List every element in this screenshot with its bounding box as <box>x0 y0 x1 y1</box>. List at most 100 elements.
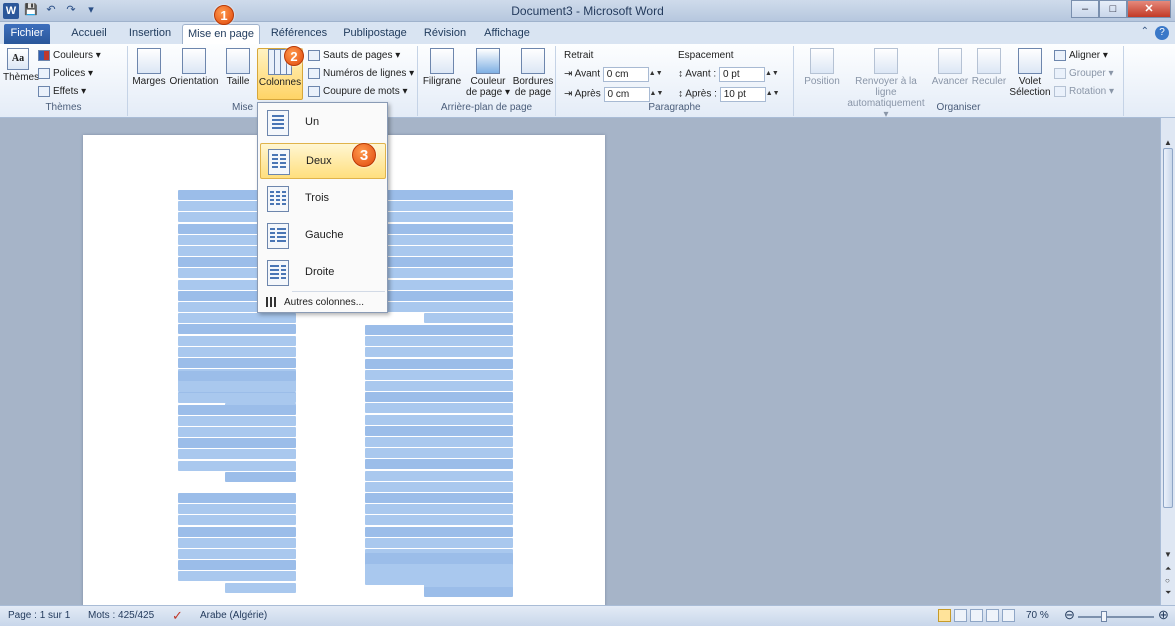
outline-view-icon[interactable] <box>986 609 999 622</box>
selected-text-line[interactable] <box>424 313 513 324</box>
tab-page-layout[interactable]: Mise en page <box>182 24 260 44</box>
theme-effects-button[interactable]: Effets ▾ <box>38 84 86 100</box>
selected-text-line[interactable] <box>365 347 513 358</box>
selection-pane-button[interactable]: Volet Sélection <box>1008 48 1052 98</box>
scroll-up-icon[interactable]: ▲ <box>1164 138 1172 147</box>
spacing-before-field[interactable]: ↕ Avant : 0 pt ▲▼ <box>678 66 779 82</box>
selected-text-line[interactable] <box>178 515 296 526</box>
scroll-thumb[interactable] <box>1163 148 1173 508</box>
zoom-out-icon[interactable]: ⊖ <box>1064 607 1075 623</box>
selected-text-line[interactable] <box>365 358 513 369</box>
page-color-button[interactable]: Couleur de page ▾ <box>466 48 510 98</box>
selected-text-line[interactable] <box>365 564 513 575</box>
selected-text-line[interactable] <box>178 549 296 559</box>
indent-after-field[interactable]: ⇥ Après 0 cm ▲▼ <box>564 86 664 102</box>
next-page-icon[interactable]: ⏷ <box>1165 588 1171 598</box>
theme-fonts-button[interactable]: Polices ▾ <box>38 66 93 82</box>
selected-text-line[interactable] <box>365 553 513 563</box>
send-backward-button[interactable]: Reculer <box>970 48 1008 87</box>
selected-text-line[interactable] <box>225 471 296 482</box>
vertical-scrollbar[interactable]: ▲ ▼ ⏶ ○ ⏷ <box>1160 118 1175 605</box>
selected-text-line[interactable] <box>365 575 513 586</box>
selected-text-line[interactable] <box>178 438 296 449</box>
selected-text-line[interactable] <box>365 403 513 414</box>
align-button[interactable]: Aligner ▾ <box>1054 48 1108 64</box>
selected-text-line[interactable] <box>365 425 513 436</box>
spinner-icon[interactable]: ▲▼ <box>650 86 664 102</box>
draft-view-icon[interactable] <box>1002 609 1015 622</box>
themes-button[interactable]: Aa Thèmes <box>3 48 39 83</box>
theme-colors-button[interactable]: Couleurs ▾ <box>38 48 101 64</box>
line-numbers-button[interactable]: Numéros de lignes ▾ <box>308 66 414 82</box>
selected-text-line[interactable] <box>178 560 296 571</box>
columns-option-three[interactable]: Trois <box>260 181 386 217</box>
zoom-level[interactable]: 70 % <box>1026 610 1049 621</box>
selected-text-line[interactable] <box>178 358 296 368</box>
breaks-button[interactable]: Sauts de pages ▾ <box>308 48 400 64</box>
help-icon[interactable]: ? <box>1155 26 1169 40</box>
word-count[interactable]: Mots : 425/425 <box>88 610 154 621</box>
watermark-button[interactable]: Filigrane <box>422 48 462 87</box>
selected-text-line[interactable] <box>365 459 513 470</box>
orientation-button[interactable]: Orientation <box>168 48 220 87</box>
selected-text-line[interactable] <box>178 371 296 381</box>
selected-text-line[interactable] <box>178 324 296 335</box>
print-layout-view-icon[interactable] <box>938 609 951 622</box>
selected-text-line[interactable] <box>178 335 296 346</box>
selected-text-line[interactable] <box>178 571 296 582</box>
selected-text-line[interactable] <box>365 481 513 492</box>
selected-text-line[interactable] <box>178 382 296 393</box>
selected-text-line[interactable] <box>365 381 513 391</box>
maximize-button[interactable]: □ <box>1099 0 1127 18</box>
selected-text-line[interactable] <box>178 449 296 460</box>
indent-before-field[interactable]: ⇥ Avant 0 cm ▲▼ <box>564 66 663 82</box>
columns-option-left[interactable]: Gauche <box>260 218 386 254</box>
proofing-icon[interactable]: ✓ <box>172 608 183 624</box>
page-borders-button[interactable]: Bordures de page <box>512 48 554 98</box>
tab-file[interactable]: Fichier <box>4 24 50 44</box>
columns-option-right[interactable]: Droite <box>260 255 386 291</box>
selected-text-line[interactable] <box>178 537 296 548</box>
selected-text-line[interactable] <box>365 369 513 380</box>
selected-text-line[interactable] <box>365 437 513 447</box>
selected-text-line[interactable] <box>178 504 296 515</box>
selected-text-line[interactable] <box>178 313 296 324</box>
spacing-after-field[interactable]: ↕ Après : 10 pt ▲▼ <box>678 86 780 102</box>
selected-text-line[interactable] <box>178 526 296 537</box>
zoom-slider[interactable] <box>1078 616 1154 618</box>
scroll-down-icon[interactable]: ▼ <box>1164 550 1172 559</box>
selected-text-line[interactable] <box>365 493 513 503</box>
selected-text-line[interactable] <box>178 415 296 426</box>
selected-text-line[interactable] <box>365 392 513 403</box>
position-button[interactable]: Position <box>802 48 842 87</box>
tab-references[interactable]: Références <box>266 24 332 44</box>
selected-text-line[interactable] <box>365 526 513 537</box>
selected-text-line[interactable] <box>365 325 513 335</box>
selected-text-line[interactable] <box>365 448 513 459</box>
minimize-button[interactable]: – <box>1071 0 1099 18</box>
tab-review[interactable]: Révision <box>420 24 470 44</box>
selected-text-line[interactable] <box>365 470 513 481</box>
close-button[interactable]: ✕ <box>1127 0 1171 18</box>
selected-text-line[interactable] <box>178 460 296 471</box>
full-screen-view-icon[interactable] <box>954 609 967 622</box>
selected-text-line[interactable] <box>178 393 296 404</box>
page-count[interactable]: Page : 1 sur 1 <box>8 610 70 621</box>
selected-text-line[interactable] <box>365 515 513 526</box>
spinner-icon[interactable]: ▲▼ <box>765 66 779 82</box>
selected-text-line[interactable] <box>365 504 513 515</box>
tab-mailings[interactable]: Publipostage <box>338 24 412 44</box>
group-objects-button[interactable]: Grouper ▾ <box>1054 66 1113 82</box>
selected-text-line[interactable] <box>225 582 296 593</box>
columns-option-one[interactable]: Un <box>260 105 386 141</box>
bring-forward-button[interactable]: Avancer <box>930 48 970 87</box>
selected-text-line[interactable] <box>365 537 513 548</box>
selected-text-line[interactable] <box>178 427 296 437</box>
rotate-button[interactable]: Rotation ▾ <box>1054 84 1114 100</box>
more-columns-option[interactable]: Autres colonnes... <box>260 294 386 312</box>
margins-button[interactable]: Marges <box>132 48 166 87</box>
hyphenation-button[interactable]: Coupure de mots ▾ <box>308 84 408 100</box>
browse-object-icon[interactable]: ○ <box>1165 576 1170 585</box>
selected-text-line[interactable] <box>178 404 296 415</box>
selected-text-line[interactable] <box>178 493 296 503</box>
